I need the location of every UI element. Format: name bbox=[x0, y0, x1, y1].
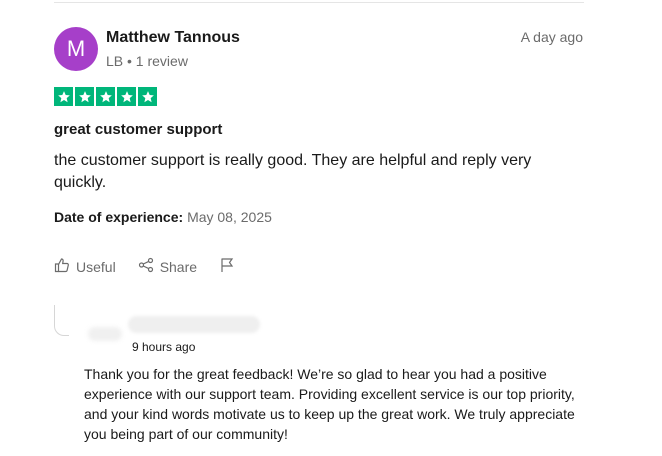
review-date: A day ago bbox=[520, 29, 583, 45]
star-icon bbox=[96, 87, 115, 106]
useful-button[interactable]: Useful bbox=[54, 257, 116, 276]
reply-text: Thank you for the great feedback! We’re … bbox=[84, 366, 575, 442]
company-name-blurred bbox=[128, 316, 260, 333]
share-label: Share bbox=[159, 258, 198, 275]
star-icon bbox=[138, 87, 157, 106]
reviewer-meta: LB • 1 review bbox=[106, 53, 188, 69]
share-button[interactable]: Share bbox=[138, 257, 197, 276]
avatar[interactable]: M bbox=[54, 27, 98, 71]
company-logo-blurred bbox=[88, 327, 122, 341]
flag-icon bbox=[219, 257, 235, 276]
review-title[interactable]: great customer support bbox=[54, 121, 222, 138]
star-icon bbox=[54, 87, 73, 106]
experience-date: May 08, 2025 bbox=[187, 209, 272, 225]
reply-time: 9 hours ago bbox=[132, 340, 196, 354]
reply-connector bbox=[54, 305, 69, 336]
top-divider bbox=[54, 2, 584, 3]
date-of-experience: Date of experience: May 08, 2025 bbox=[54, 209, 272, 225]
reviewer-name[interactable]: Matthew Tannous bbox=[106, 29, 240, 47]
star-rating bbox=[54, 87, 157, 106]
thumbs-up-icon bbox=[54, 257, 70, 276]
review-actions: Useful Share bbox=[54, 257, 257, 276]
useful-label: Useful bbox=[76, 258, 116, 275]
star-icon bbox=[117, 87, 136, 106]
avatar-initial: M bbox=[66, 36, 86, 61]
share-icon bbox=[138, 257, 154, 276]
report-button[interactable] bbox=[219, 257, 235, 276]
star-icon bbox=[75, 87, 94, 106]
experience-label: Date of experience: bbox=[54, 209, 184, 225]
review-text: the customer support is really good. The… bbox=[54, 152, 532, 191]
